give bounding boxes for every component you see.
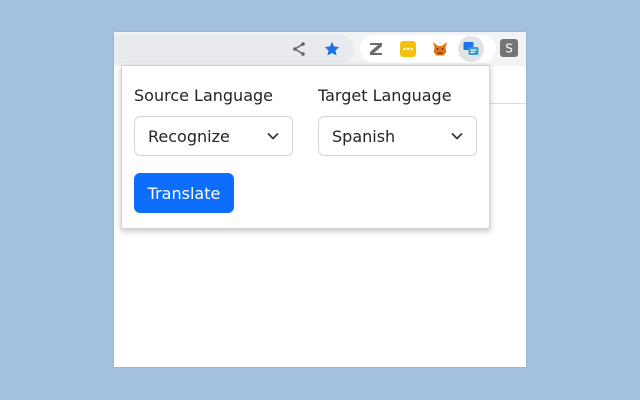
bookmark-star-icon[interactable] xyxy=(322,39,342,59)
address-bar[interactable] xyxy=(114,35,354,63)
extensions-area xyxy=(360,35,496,63)
zotero-extension-icon[interactable] xyxy=(366,39,386,59)
chevron-down-icon xyxy=(451,133,463,140)
page-divider xyxy=(490,103,526,104)
svg-text:S: S xyxy=(505,42,513,56)
source-language-label: Source Language xyxy=(134,86,273,105)
metamask-fox-extension-icon[interactable] xyxy=(430,39,450,59)
share-icon[interactable] xyxy=(289,39,309,59)
target-language-value: Spanish xyxy=(332,127,396,146)
extension-popup: Source Language Target Language Recogniz… xyxy=(121,65,490,229)
s-extension-icon[interactable]: S xyxy=(500,39,518,57)
source-language-select[interactable]: Recognize xyxy=(134,116,293,156)
source-language-value: Recognize xyxy=(148,127,230,146)
translate-button[interactable]: Translate xyxy=(134,173,234,213)
password-manager-extension-icon[interactable] xyxy=(398,39,418,59)
translator-extension-icon[interactable] xyxy=(461,39,481,59)
browser-toolbar: S xyxy=(114,32,526,66)
target-language-label: Target Language xyxy=(318,86,452,105)
chevron-down-icon xyxy=(267,133,279,140)
target-language-select[interactable]: Spanish xyxy=(318,116,477,156)
